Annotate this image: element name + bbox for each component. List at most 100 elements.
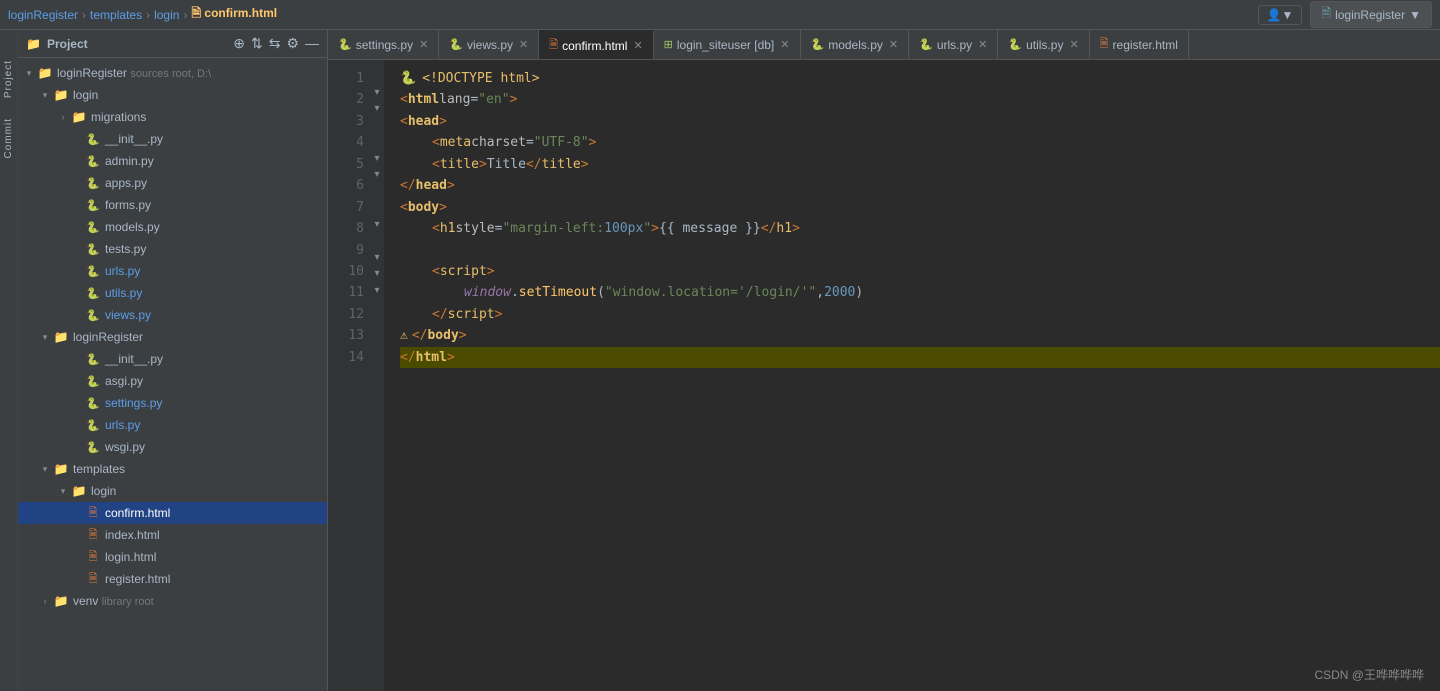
tab-confirm[interactable]: 🗎 confirm.html ✕ bbox=[539, 30, 653, 60]
breadcrumb-part-3[interactable]: login bbox=[154, 8, 179, 22]
tree-confirm-html[interactable]: 🗎 confirm.html bbox=[18, 502, 327, 524]
tab-icon-utils: 🐍 bbox=[1008, 38, 1022, 51]
tab-register[interactable]: 🗎 register.html bbox=[1090, 30, 1189, 60]
tab-close-models[interactable]: ✕ bbox=[889, 38, 898, 51]
tree-apps-py[interactable]: 🐍 apps.py bbox=[18, 172, 327, 194]
tree-tests-py[interactable]: 🐍 tests.py bbox=[18, 238, 327, 260]
tab-label-login-siteuser: login_siteuser [db] bbox=[677, 38, 774, 52]
folder-icon-login: 📁 bbox=[52, 88, 70, 102]
tab-views[interactable]: 🐍 views.py ✕ bbox=[439, 30, 539, 60]
style-val-close: " bbox=[643, 218, 651, 239]
tree-lr-init[interactable]: 🐍 __init__.py bbox=[18, 348, 327, 370]
sidebar-icon-project[interactable]: Project bbox=[3, 60, 14, 98]
tree-urls-py-lr[interactable]: 🐍 urls.py bbox=[18, 414, 327, 436]
script-tag: script bbox=[440, 261, 487, 282]
tree-urls-login-label: urls.py bbox=[105, 264, 140, 278]
tree-root[interactable]: ▾ 📁 loginRegister sources root, D:\ bbox=[18, 62, 327, 84]
user-button[interactable]: 👤▼ bbox=[1258, 5, 1303, 25]
tree-init-py[interactable]: 🐍 __init__.py bbox=[18, 128, 327, 150]
py-file-icon: 🐍 bbox=[84, 441, 102, 454]
tree-index-html[interactable]: 🗎 index.html bbox=[18, 524, 327, 546]
tree-views-label: views.py bbox=[105, 308, 151, 322]
settings-icon[interactable]: ⚙ bbox=[286, 35, 299, 52]
title-content: Title bbox=[487, 154, 526, 175]
py-file-icon: 🐍 bbox=[84, 419, 102, 432]
tab-settings[interactable]: 🐍 settings.py ✕ bbox=[328, 30, 439, 60]
tree-models-py[interactable]: 🐍 models.py bbox=[18, 216, 327, 238]
equals2: = bbox=[526, 132, 534, 153]
sidebar-icon-commit[interactable]: Commit bbox=[3, 118, 14, 158]
file-tree-header-actions: ⊕ ⇅ ⇆ ⚙ — bbox=[233, 35, 319, 52]
collapse-icon[interactable]: ⇆ bbox=[269, 35, 281, 52]
code-line-10: <script> bbox=[400, 261, 1440, 282]
top-right-controls: 👤▼ 🗎 loginRegister ▼ bbox=[1258, 1, 1432, 28]
tree-views-py[interactable]: 🐍 views.py bbox=[18, 304, 327, 326]
tab-label-views: views.py bbox=[467, 38, 513, 52]
tab-close-login-siteuser[interactable]: ✕ bbox=[780, 38, 789, 51]
html-close-tag: </ bbox=[400, 347, 416, 368]
arrow-icon: ▾ bbox=[38, 90, 52, 101]
tab-utils[interactable]: 🐍 utils.py ✕ bbox=[998, 30, 1089, 60]
html-tag-close: html bbox=[416, 347, 447, 368]
tree-venv-folder[interactable]: › 📁 venv library root bbox=[18, 590, 327, 612]
tree-register-html[interactable]: 🗎 register.html bbox=[18, 568, 327, 590]
tree-admin-py[interactable]: 🐍 admin.py bbox=[18, 150, 327, 172]
tab-close-utils[interactable]: ✕ bbox=[1069, 38, 1078, 51]
expand-all-icon[interactable]: ⇅ bbox=[251, 35, 263, 52]
tab-models[interactable]: 🐍 models.py ✕ bbox=[801, 30, 910, 60]
breadcrumb-part-2[interactable]: templates bbox=[90, 8, 142, 22]
tab-close-settings[interactable]: ✕ bbox=[419, 38, 428, 51]
h1-close: > bbox=[651, 218, 659, 239]
body-tag: body bbox=[408, 197, 439, 218]
breadcrumb-part-1[interactable]: loginRegister bbox=[8, 8, 78, 22]
tree-wsgi-py[interactable]: 🐍 wsgi.py bbox=[18, 436, 327, 458]
tree-login-html[interactable]: 🗎 login.html bbox=[18, 546, 327, 568]
meta-close: > bbox=[589, 132, 597, 153]
tree-settings-py[interactable]: 🐍 settings.py bbox=[18, 392, 327, 414]
script-close-tag: </ bbox=[432, 304, 448, 325]
tab-close-confirm[interactable]: ✕ bbox=[633, 39, 642, 52]
tree-utils-py[interactable]: 🐍 utils.py bbox=[18, 282, 327, 304]
meta-tag: meta bbox=[440, 132, 471, 153]
project-button[interactable]: 🗎 loginRegister ▼ bbox=[1310, 1, 1432, 28]
body-close-tag: </ bbox=[412, 325, 428, 346]
py-file-icon: 🐍 bbox=[84, 375, 102, 388]
file-tree-body[interactable]: ▾ 📁 loginRegister sources root, D:\ ▾ 📁 … bbox=[18, 58, 327, 691]
html-file-icon: 🗎 bbox=[84, 548, 102, 567]
tree-urls-py-login[interactable]: 🐍 urls.py bbox=[18, 260, 327, 282]
html-tag-name: html bbox=[408, 89, 439, 110]
px-val: 100px bbox=[604, 218, 643, 239]
tree-templates-label: templates bbox=[73, 462, 125, 476]
minimize-icon[interactable]: — bbox=[305, 35, 319, 52]
py-file-icon: 🐍 bbox=[84, 287, 102, 300]
add-file-icon[interactable]: ⊕ bbox=[233, 35, 245, 52]
tab-close-urls[interactable]: ✕ bbox=[978, 38, 987, 51]
code-lines[interactable]: 🐍 <!DOCTYPE html> <html lang="en"> <head… bbox=[384, 60, 1440, 691]
tab-icon-confirm: 🗎 bbox=[549, 36, 558, 55]
tree-migrations-label: migrations bbox=[91, 110, 146, 124]
empty-line bbox=[400, 240, 408, 261]
tree-login-label: login bbox=[73, 88, 98, 102]
tab-urls[interactable]: 🐍 urls.py ✕ bbox=[909, 30, 998, 60]
tree-templates-folder[interactable]: ▾ 📁 templates bbox=[18, 458, 327, 480]
code-line-13: ⚠</body> bbox=[400, 325, 1440, 346]
editor-area: 🐍 settings.py ✕ 🐍 views.py ✕ 🗎 confirm.h… bbox=[328, 30, 1440, 691]
tree-venv-label: venv library root bbox=[73, 594, 154, 608]
h1-tag-close: h1 bbox=[776, 218, 792, 239]
tree-templates-login-folder[interactable]: ▾ 📁 login bbox=[18, 480, 327, 502]
breadcrumb-sep-2: › bbox=[146, 8, 150, 22]
tree-login-folder[interactable]: ▾ 📁 login bbox=[18, 84, 327, 106]
tab-login-siteuser[interactable]: ⊞ login_siteuser [db] ✕ bbox=[654, 30, 801, 60]
tree-loginregister-folder[interactable]: ▾ 📁 loginRegister bbox=[18, 326, 327, 348]
code-editor: 1 2 3 4 5 6 7 8 9 10 11 12 13 14 ▾ ▾ bbox=[328, 60, 1440, 691]
tree-lr-init-label: __init__.py bbox=[105, 352, 163, 366]
tab-close-views[interactable]: ✕ bbox=[519, 38, 528, 51]
file-tree-title: 📁 Project bbox=[26, 37, 88, 51]
tree-asgi-py[interactable]: 🐍 asgi.py bbox=[18, 370, 327, 392]
tree-migrations[interactable]: › 📁 migrations bbox=[18, 106, 327, 128]
tree-forms-py[interactable]: 🐍 forms.py bbox=[18, 194, 327, 216]
lang-val: "en" bbox=[478, 89, 509, 110]
tree-init-label: __init__.py bbox=[105, 132, 163, 146]
folder-icon-templates-login: 📁 bbox=[70, 484, 88, 498]
tab-icon-register: 🗎 bbox=[1100, 35, 1109, 54]
